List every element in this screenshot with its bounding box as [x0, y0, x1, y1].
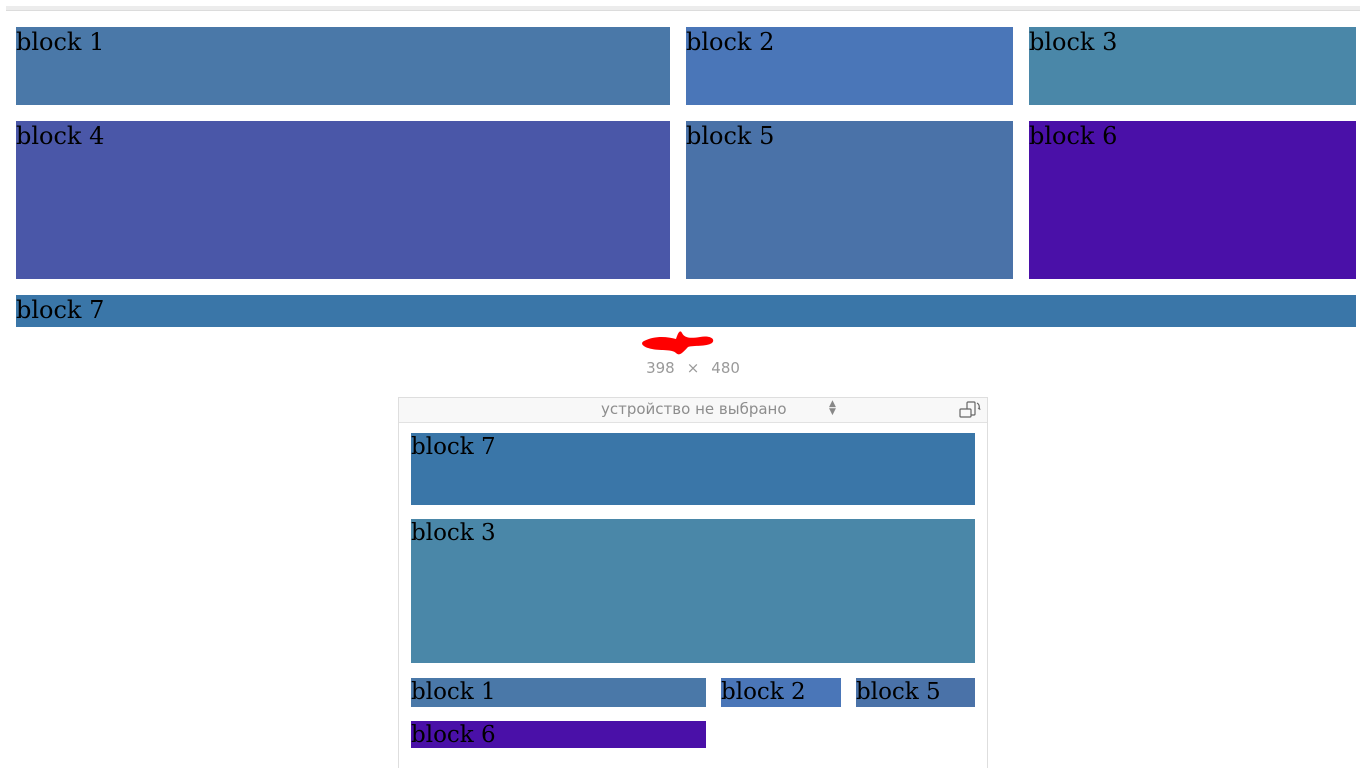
block-label: block 6 [1029, 122, 1118, 150]
block-label: block 7 [411, 434, 496, 460]
device-viewport: block 7 block 3 block 1 block 2 block 5 … [399, 423, 987, 769]
viewport-size-readout: 398 × 480 [620, 359, 766, 377]
mobile-block-7: block 7 [411, 433, 975, 505]
mobile-block-3: block 3 [411, 519, 975, 663]
block-label: block 7 [16, 296, 105, 324]
block-label: block 1 [16, 28, 105, 56]
mobile-block-6: block 6 [411, 721, 706, 748]
red-scribble-stroke [642, 331, 714, 355]
red-scribble-annotation [642, 331, 714, 355]
mobile-block-2: block 2 [721, 678, 841, 707]
mobile-block-5: block 5 [856, 678, 975, 707]
responsive-device-frame: устройство не выбрано ▲ ▼ block 7 block 3… [398, 397, 988, 768]
block-label: block 1 [411, 679, 496, 705]
size-separator: × [686, 359, 700, 377]
block-label: block 4 [16, 122, 105, 150]
block-label: block 3 [1029, 28, 1118, 56]
block-label: block 5 [686, 122, 775, 150]
desktop-block-2: block 2 [686, 27, 1013, 105]
block-label: block 3 [411, 520, 496, 546]
desktop-block-5: block 5 [686, 121, 1013, 279]
desktop-block-3: block 3 [1029, 27, 1356, 105]
viewport-width[interactable]: 398 [646, 359, 675, 377]
desktop-block-1: block 1 [16, 27, 670, 105]
device-toolbar: устройство не выбрано ▲ ▼ [399, 398, 987, 423]
block-label: block 6 [411, 722, 496, 748]
desktop-block-6: block 6 [1029, 121, 1356, 279]
block-label: block 2 [721, 679, 806, 705]
desktop-block-7: block 7 [16, 295, 1356, 327]
block-label: block 5 [856, 679, 941, 705]
device-select[interactable]: устройство не выбрано [601, 400, 787, 418]
select-arrows-icon[interactable]: ▲ ▼ [829, 400, 836, 417]
block-label: block 2 [686, 28, 775, 56]
browser-top-edge [6, 6, 1360, 11]
rotate-device-icon[interactable] [957, 400, 983, 420]
mobile-block-1: block 1 [411, 678, 706, 707]
viewport-height[interactable]: 480 [711, 359, 740, 377]
desktop-block-4: block 4 [16, 121, 670, 279]
